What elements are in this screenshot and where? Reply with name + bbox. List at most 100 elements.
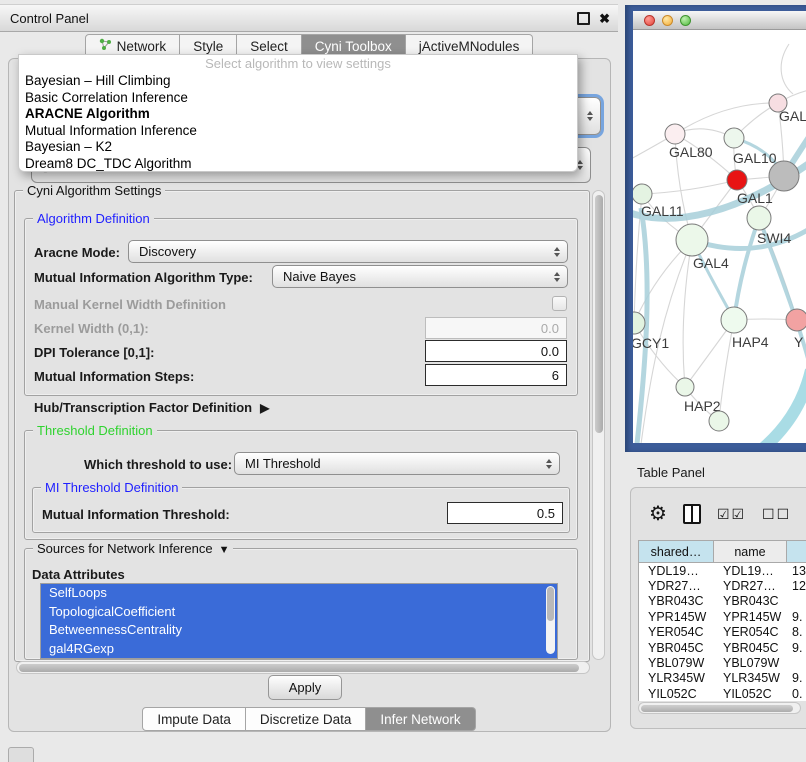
network-canvas[interactable]: GALGAL80GAL10GAL1GAL11SWI4GAL4GCY1HAP4YH…: [633, 30, 806, 443]
table-header-row: shared… name: [638, 540, 806, 563]
network-node[interactable]: [747, 206, 771, 230]
table-cell: 8.: [787, 625, 806, 639]
minimize-traffic-light-icon[interactable]: [662, 15, 673, 26]
scrollbar-thumb[interactable]: [547, 587, 554, 621]
table-row[interactable]: YBR043CYBR043C: [639, 594, 806, 609]
network-window: GALGAL80GAL10GAL1GAL11SWI4GAL4GCY1HAP4YH…: [633, 11, 806, 443]
column-header-shared-name[interactable]: shared…: [639, 541, 714, 562]
close-traffic-light-icon[interactable]: [644, 15, 655, 26]
table-horizontal-scrollbar[interactable]: [638, 702, 801, 714]
select-all-checkboxes-icon[interactable]: ☑☑: [717, 506, 746, 523]
mi-type-combobox[interactable]: Naive Bayes: [272, 265, 568, 288]
table-row[interactable]: YIL052CYIL052C0.: [639, 686, 806, 701]
kernel-width-label: Kernel Width (0,1):: [34, 321, 149, 336]
deselect-all-checkboxes-icon[interactable]: ☐☐: [762, 506, 791, 523]
mi-threshold-field[interactable]: 0.5: [447, 502, 563, 524]
aracne-mode-combobox[interactable]: Discovery: [128, 240, 568, 263]
settings-horizontal-scrollbar[interactable]: [16, 661, 590, 674]
control-panel-titlebar: Control Panel ✖: [0, 4, 618, 32]
table-cell: YLR345W: [639, 671, 714, 685]
table-cell: YDR27…: [639, 579, 714, 593]
network-window-frame: GALGAL80GAL10GAL1GAL11SWI4GAL4GCY1HAP4YH…: [625, 5, 806, 452]
combo-stepper-icon: [554, 272, 560, 282]
mi-steps-field[interactable]: 6: [425, 364, 567, 386]
apply-button[interactable]: Apply: [268, 675, 342, 700]
algorithm-option[interactable]: ARACNE Algorithm: [19, 106, 577, 123]
network-node[interactable]: [721, 307, 747, 333]
algorithm-option[interactable]: Bayesian – K2: [19, 139, 577, 156]
apply-label: Apply: [289, 680, 322, 695]
settings-vertical-scrollbar[interactable]: [592, 190, 605, 660]
dpi-tolerance-label: DPI Tolerance [0,1]:: [34, 345, 154, 360]
tab-label: Impute Data: [157, 712, 231, 727]
kernel-width-field[interactable]: 0.0: [425, 317, 567, 339]
tab-label: Select: [250, 39, 288, 54]
tab-impute-data[interactable]: Impute Data: [142, 707, 246, 731]
hub-definition-expander[interactable]: Hub/Transcription Factor Definition▶: [34, 400, 269, 415]
column-header-cut[interactable]: [787, 541, 806, 562]
network-node[interactable]: [709, 411, 729, 431]
table-cell: YBR045C: [714, 641, 787, 655]
scrollbar-thumb[interactable]: [595, 195, 603, 433]
table-row[interactable]: YER054CYER054C8.: [639, 625, 806, 640]
data-attribute-item[interactable]: TopologicalCoefficient: [41, 603, 557, 622]
tab-label: Network: [117, 39, 167, 54]
which-threshold-combobox[interactable]: MI Threshold: [234, 452, 560, 475]
table-row[interactable]: YDL19…YDL19…13: [639, 563, 806, 578]
table-row[interactable]: YLR345WYLR345W9.: [639, 671, 806, 686]
float-window-icon[interactable]: [577, 12, 590, 25]
network-node-label: GAL10: [733, 150, 777, 166]
algorithm-option[interactable]: Dream8 DC_TDC Algorithm: [19, 156, 577, 173]
network-node[interactable]: [769, 161, 799, 191]
close-icon[interactable]: ✖: [599, 12, 610, 25]
collapsed-panel-button[interactable]: [8, 747, 34, 762]
data-attribute-item[interactable]: gal4RGexp: [41, 640, 557, 659]
table-row[interactable]: YBL079WYBL079W: [639, 655, 806, 670]
network-node[interactable]: [786, 309, 806, 331]
table-cell: YBL079W: [714, 656, 787, 670]
table-cell: YDL19…: [639, 564, 714, 578]
column-layout-icon[interactable]: [683, 504, 701, 524]
data-attribute-item[interactable]: BetweennessCentrality: [41, 621, 557, 640]
manual-kernel-checkbox[interactable]: [552, 296, 567, 311]
collapse-down-icon: ▼: [219, 544, 230, 556]
dropdown-placeholder: Select algorithm to view settings: [19, 56, 577, 73]
network-node[interactable]: [727, 170, 747, 190]
column-header-name[interactable]: name: [714, 541, 787, 562]
table-cell: YLR345W: [714, 671, 787, 685]
zoom-traffic-light-icon[interactable]: [680, 15, 691, 26]
list-scrollbar[interactable]: [546, 586, 555, 654]
network-node[interactable]: [665, 124, 685, 144]
table-cell: YIL052C: [639, 687, 714, 701]
algorithm-dropdown-list[interactable]: Select algorithm to view settings Bayesi…: [18, 54, 578, 172]
tab-discretize-data[interactable]: Discretize Data: [246, 707, 367, 731]
network-node[interactable]: [724, 128, 744, 148]
table-body: YDL19…YDL19…13YDR27…YDR27…12YBR043CYBR04…: [638, 563, 806, 701]
control-panel-title: Control Panel: [10, 11, 89, 26]
algorithm-definition-title: Algorithm Definition: [33, 211, 154, 226]
table-row[interactable]: YBR045CYBR045C9.: [639, 640, 806, 655]
algorithm-option[interactable]: Bayesian – Hill Climbing: [19, 73, 577, 90]
network-node-label: GAL80: [669, 144, 713, 160]
network-node-label: HAP4: [732, 334, 769, 350]
network-node[interactable]: [676, 224, 708, 256]
dpi-tolerance-field[interactable]: 0.0: [425, 340, 567, 362]
table-row[interactable]: YDR27…YDR27…12: [639, 578, 806, 593]
node-table: shared… name YDL19…YDL19…13YDR27…YDR27…1…: [638, 540, 806, 728]
table-panel-window: ⚙ ☑☑ ☐☐ shared… name YDL19…YDL19…13YDR27…: [630, 487, 806, 729]
table-toolbar: ⚙ ☑☑ ☐☐: [631, 496, 806, 532]
data-attribute-item[interactable]: SelfLoops: [41, 584, 557, 603]
tab-infer-network[interactable]: Infer Network: [366, 707, 475, 731]
data-attributes-list[interactable]: SelfLoopsTopologicalCoefficientBetweenne…: [40, 583, 558, 659]
network-node[interactable]: [676, 378, 694, 396]
algorithm-option[interactable]: Basic Correlation Inference: [19, 90, 577, 107]
gear-icon[interactable]: ⚙: [649, 504, 667, 524]
kernel-width-value: 0.0: [541, 321, 559, 336]
mi-steps-label: Mutual Information Steps:: [34, 369, 194, 384]
algorithm-option[interactable]: Mutual Information Inference: [19, 123, 577, 140]
network-node[interactable]: [633, 312, 645, 334]
table-row[interactable]: YPR145WYPR145W9.: [639, 609, 806, 624]
scrollbar-thumb[interactable]: [641, 705, 793, 712]
scrollbar-thumb[interactable]: [19, 664, 579, 672]
network-node[interactable]: [633, 184, 652, 204]
